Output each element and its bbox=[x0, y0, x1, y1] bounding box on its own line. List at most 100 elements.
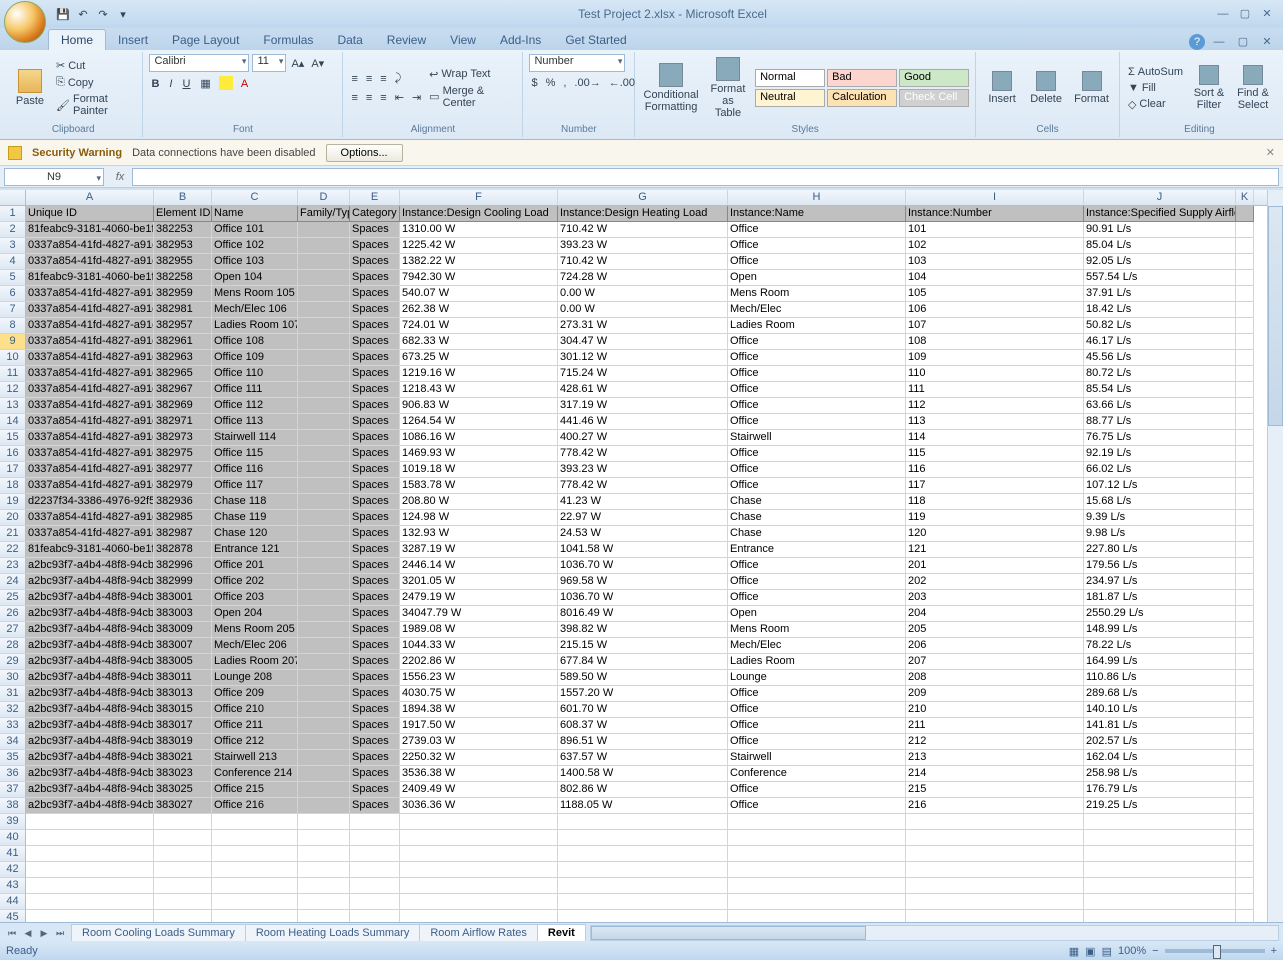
cell[interactable] bbox=[298, 494, 350, 510]
cell[interactable] bbox=[298, 734, 350, 750]
cell[interactable]: 382967 bbox=[154, 382, 212, 398]
cell[interactable]: 637.57 W bbox=[558, 750, 728, 766]
cell[interactable] bbox=[1236, 398, 1254, 414]
row-header[interactable]: 29 bbox=[0, 654, 26, 670]
cell[interactable]: 382996 bbox=[154, 558, 212, 574]
cell[interactable]: 393.23 W bbox=[558, 238, 728, 254]
cell[interactable]: 382975 bbox=[154, 446, 212, 462]
style-check-cell[interactable]: Check Cell bbox=[899, 89, 969, 107]
cell[interactable]: Open bbox=[728, 606, 906, 622]
cell[interactable]: 258.98 L/s bbox=[1084, 766, 1236, 782]
row-header[interactable]: 38 bbox=[0, 798, 26, 814]
cell[interactable]: Spaces bbox=[350, 750, 400, 766]
cell[interactable]: Instance:Name bbox=[728, 206, 906, 222]
cell[interactable] bbox=[298, 510, 350, 526]
row-header[interactable]: 17 bbox=[0, 462, 26, 478]
cell[interactable] bbox=[1236, 782, 1254, 798]
cell[interactable]: 382981 bbox=[154, 302, 212, 318]
style-neutral[interactable]: Neutral bbox=[755, 89, 825, 107]
cell[interactable]: 1917.50 W bbox=[400, 718, 558, 734]
cell[interactable]: 201 bbox=[906, 558, 1084, 574]
row-header[interactable]: 20 bbox=[0, 510, 26, 526]
cell[interactable]: 289.68 L/s bbox=[1084, 686, 1236, 702]
cell[interactable]: Office bbox=[728, 238, 906, 254]
cell[interactable]: a2bc93f7-a4b4-48f8-94cb- bbox=[26, 574, 154, 590]
cell[interactable]: Office 202 bbox=[212, 574, 298, 590]
cell[interactable]: 211 bbox=[906, 718, 1084, 734]
row-header[interactable]: 7 bbox=[0, 302, 26, 318]
cell[interactable]: 215.15 W bbox=[558, 638, 728, 654]
ribbon-tab-view[interactable]: View bbox=[438, 30, 488, 50]
cell[interactable] bbox=[906, 910, 1084, 922]
cell[interactable]: 179.56 L/s bbox=[1084, 558, 1236, 574]
cell[interactable]: 3536.38 W bbox=[400, 766, 558, 782]
cell[interactable] bbox=[212, 846, 298, 862]
cell[interactable]: a2bc93f7-a4b4-48f8-94cb- bbox=[26, 590, 154, 606]
cell[interactable] bbox=[558, 830, 728, 846]
comma-button[interactable]: , bbox=[561, 76, 568, 90]
cell[interactable]: 81feabc9-3181-4060-be1f- bbox=[26, 270, 154, 286]
cell[interactable]: Spaces bbox=[350, 606, 400, 622]
cell[interactable] bbox=[26, 814, 154, 830]
undo-icon[interactable]: ↶ bbox=[74, 5, 92, 23]
cell[interactable] bbox=[350, 830, 400, 846]
sheet-tab-revit[interactable]: Revit bbox=[537, 924, 586, 941]
cell[interactable]: 724.28 W bbox=[558, 270, 728, 286]
cell[interactable]: 1036.70 W bbox=[558, 558, 728, 574]
cell[interactable]: 317.19 W bbox=[558, 398, 728, 414]
cell[interactable]: 205 bbox=[906, 622, 1084, 638]
cell[interactable] bbox=[298, 574, 350, 590]
cell[interactable] bbox=[558, 910, 728, 922]
row-header[interactable]: 44 bbox=[0, 894, 26, 910]
row-header[interactable]: 24 bbox=[0, 574, 26, 590]
cell[interactable]: Office 101 bbox=[212, 222, 298, 238]
cell[interactable]: 18.42 L/s bbox=[1084, 302, 1236, 318]
cell[interactable] bbox=[350, 894, 400, 910]
cell[interactable] bbox=[1236, 526, 1254, 542]
security-options-button[interactable]: Options... bbox=[326, 144, 403, 162]
cell[interactable] bbox=[298, 302, 350, 318]
align-right-button[interactable]: ≡ bbox=[378, 90, 388, 105]
cell[interactable]: 0337a854-41fd-4827-a91d- bbox=[26, 510, 154, 526]
cell[interactable] bbox=[906, 894, 1084, 910]
cell[interactable]: 428.61 W bbox=[558, 382, 728, 398]
cell[interactable] bbox=[298, 318, 350, 334]
cell[interactable] bbox=[400, 830, 558, 846]
cell[interactable]: Office bbox=[728, 254, 906, 270]
cell[interactable]: 227.80 L/s bbox=[1084, 542, 1236, 558]
cell[interactable]: Chase 118 bbox=[212, 494, 298, 510]
cell[interactable]: Spaces bbox=[350, 398, 400, 414]
row-header[interactable]: 26 bbox=[0, 606, 26, 622]
cell[interactable]: Office bbox=[728, 686, 906, 702]
ribbon-tab-home[interactable]: Home bbox=[48, 29, 106, 50]
row-header[interactable]: 10 bbox=[0, 350, 26, 366]
indent-inc-button[interactable]: ⇥ bbox=[410, 90, 423, 105]
cell[interactable]: 7942.30 W bbox=[400, 270, 558, 286]
cell[interactable] bbox=[1236, 206, 1254, 222]
cell[interactable]: 45.56 L/s bbox=[1084, 350, 1236, 366]
cell[interactable]: Office bbox=[728, 222, 906, 238]
cell[interactable] bbox=[1236, 894, 1254, 910]
cell[interactable] bbox=[298, 542, 350, 558]
indent-dec-button[interactable]: ⇤ bbox=[393, 90, 406, 105]
cell[interactable] bbox=[26, 846, 154, 862]
cell[interactable]: Office 203 bbox=[212, 590, 298, 606]
row-header[interactable]: 28 bbox=[0, 638, 26, 654]
row-header[interactable]: 5 bbox=[0, 270, 26, 286]
paste-button[interactable]: Paste bbox=[10, 67, 50, 109]
cell[interactable] bbox=[1084, 846, 1236, 862]
wrap-text-button[interactable]: ↩Wrap Text bbox=[427, 67, 516, 82]
cell[interactable] bbox=[1084, 862, 1236, 878]
cell[interactable]: 0337a854-41fd-4827-a91d- bbox=[26, 366, 154, 382]
cell[interactable]: 383009 bbox=[154, 622, 212, 638]
cell[interactable]: Spaces bbox=[350, 702, 400, 718]
row-header[interactable]: 2 bbox=[0, 222, 26, 238]
cell[interactable] bbox=[154, 894, 212, 910]
cell[interactable]: Chase 119 bbox=[212, 510, 298, 526]
cell[interactable]: 102 bbox=[906, 238, 1084, 254]
cell[interactable]: Conference 214 bbox=[212, 766, 298, 782]
cell[interactable]: 382253 bbox=[154, 222, 212, 238]
cell[interactable] bbox=[298, 462, 350, 478]
cell[interactable]: d2237f34-3386-4976-92f5- bbox=[26, 494, 154, 510]
cell[interactable] bbox=[1236, 222, 1254, 238]
